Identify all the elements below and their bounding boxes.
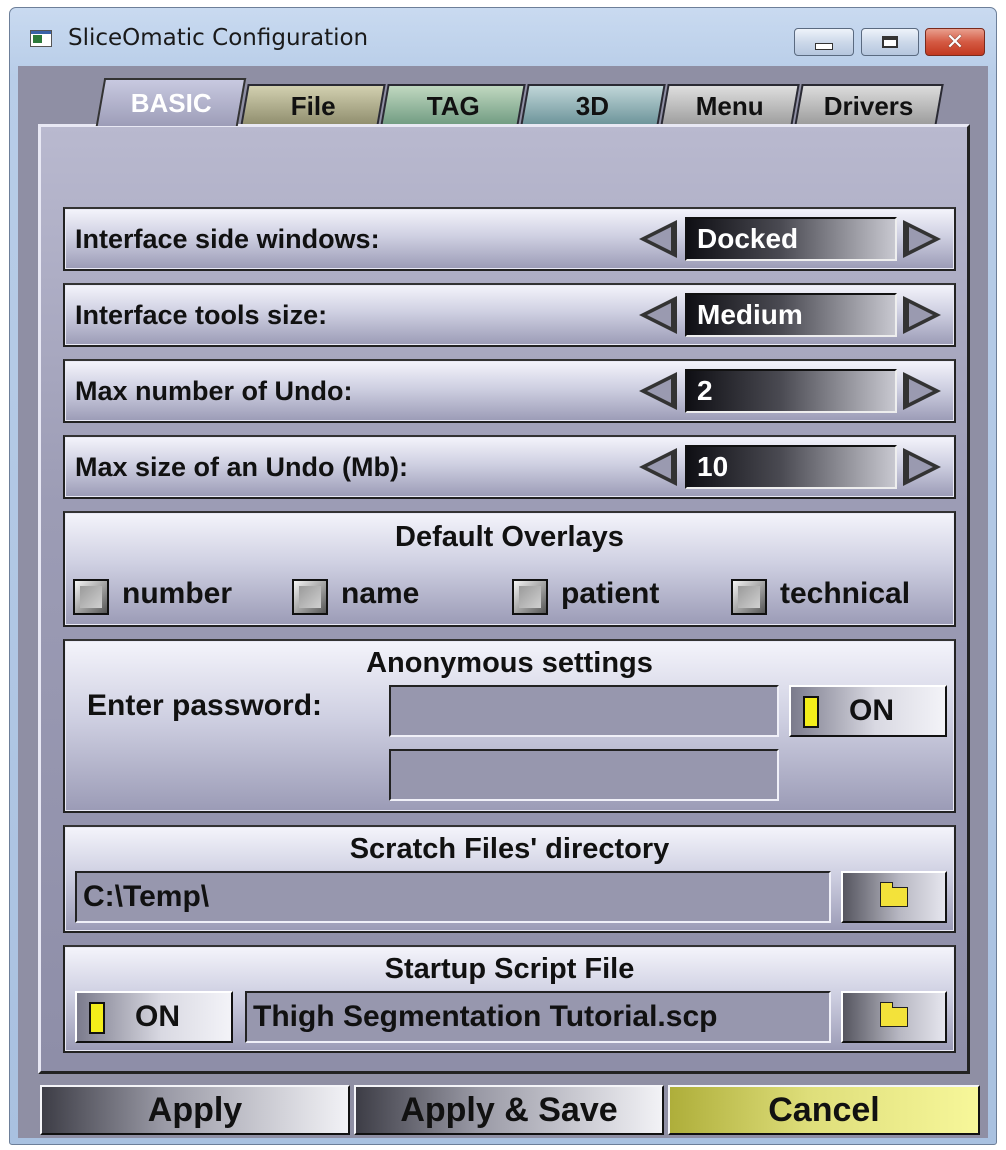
anonymous-toggle[interactable]: ON — [789, 685, 947, 737]
scratch-browse-button[interactable] — [841, 871, 947, 923]
tab-basic[interactable]: BASIC — [95, 78, 247, 126]
password-input[interactable] — [389, 685, 779, 737]
cancel-button[interactable]: Cancel — [668, 1085, 980, 1135]
basic-panel: Interface side windows: Docked Interface… — [38, 124, 970, 1074]
app-icon — [30, 30, 52, 47]
maximize-icon — [882, 36, 898, 48]
max-undo-row: Max number of Undo: 2 — [63, 359, 956, 423]
window-title: SliceOmatic Configuration — [68, 25, 369, 51]
overlay-name-label: name — [341, 577, 420, 610]
scratch-title: Scratch Files' directory — [349, 833, 670, 865]
overlay-patient-checkbox[interactable] — [512, 579, 548, 615]
password-label: Enter password: — [87, 689, 323, 722]
overlays-group: Default Overlays number name patient tec… — [63, 511, 956, 627]
side-windows-prev-arrow-icon[interactable] — [639, 220, 677, 258]
close-button[interactable]: ✕ — [925, 28, 985, 56]
tools-size-label: Interface tools size: — [75, 299, 328, 330]
tools-size-value: Medium — [685, 293, 897, 337]
max-undo-next-arrow-icon[interactable] — [903, 372, 941, 410]
overlay-technical-label: technical — [780, 577, 911, 610]
startup-file-input[interactable]: Thigh Segmentation Tutorial.scp — [245, 991, 831, 1043]
close-icon: ✕ — [945, 29, 965, 55]
side-windows-row: Interface side windows: Docked — [63, 207, 956, 271]
tab-tag[interactable]: TAG — [380, 84, 526, 126]
startup-group: Startup Script File ON Thigh Segmentatio… — [63, 945, 956, 1053]
overlay-technical-checkbox[interactable] — [731, 579, 767, 615]
max-undo-label: Max number of Undo: — [75, 375, 353, 406]
tools-size-row: Interface tools size: Medium — [63, 283, 956, 347]
title-bar[interactable]: SliceOmatic Configuration ✕ — [10, 8, 996, 64]
overlay-name-checkbox[interactable] — [292, 579, 328, 615]
startup-browse-button[interactable] — [841, 991, 947, 1043]
startup-toggle[interactable]: ON — [75, 991, 233, 1043]
max-undo-prev-arrow-icon[interactable] — [639, 372, 677, 410]
undo-size-row: Max size of an Undo (Mb): 10 — [63, 435, 956, 499]
overlay-patient-label: patient — [561, 577, 660, 610]
tab-file[interactable]: File — [240, 84, 386, 126]
maximize-button[interactable] — [861, 28, 919, 56]
tab-drivers[interactable]: Drivers — [794, 84, 944, 126]
undo-size-value: 10 — [685, 445, 897, 489]
undo-size-next-arrow-icon[interactable] — [903, 448, 941, 486]
startup-toggle-label: ON — [135, 1000, 180, 1033]
max-undo-value: 2 — [685, 369, 897, 413]
folder-icon — [880, 1002, 908, 1027]
config-window: SliceOmatic Configuration ✕ File TAG 3D … — [9, 7, 997, 1145]
anonymous-group: Anonymous settings Enter password: ON — [63, 639, 956, 813]
undo-size-label: Max size of an Undo (Mb): — [75, 451, 408, 482]
side-windows-value: Docked — [685, 217, 897, 261]
minimize-icon — [815, 42, 833, 50]
anonymous-toggle-label: ON — [849, 694, 894, 727]
tools-size-next-arrow-icon[interactable] — [903, 296, 941, 334]
apply-button[interactable]: Apply — [40, 1085, 350, 1135]
startup-title: Startup Script File — [384, 953, 635, 985]
scratch-path-input[interactable]: C:\Temp\ — [75, 871, 831, 923]
folder-icon — [880, 882, 908, 907]
overlays-title: Default Overlays — [395, 521, 624, 553]
side-windows-next-arrow-icon[interactable] — [903, 220, 941, 258]
scratch-group: Scratch Files' directory C:\Temp\ — [63, 825, 956, 933]
tab-menu[interactable]: Menu — [660, 84, 800, 126]
undo-size-prev-arrow-icon[interactable] — [639, 448, 677, 486]
minimize-button[interactable] — [794, 28, 854, 56]
password-confirm-input[interactable] — [389, 749, 779, 801]
side-windows-label: Interface side windows: — [75, 223, 380, 254]
tab-3d[interactable]: 3D — [520, 84, 666, 126]
overlay-number-label: number — [122, 577, 233, 610]
tools-size-prev-arrow-icon[interactable] — [639, 296, 677, 334]
apply-save-button[interactable]: Apply & Save — [354, 1085, 664, 1135]
startup-lamp-icon — [89, 1002, 105, 1034]
anonymous-title: Anonymous settings — [366, 647, 653, 679]
overlay-number-checkbox[interactable] — [73, 579, 109, 615]
client-area: File TAG 3D Menu Drivers BASIC Interface… — [18, 66, 988, 1138]
anonymous-lamp-icon — [803, 696, 819, 728]
